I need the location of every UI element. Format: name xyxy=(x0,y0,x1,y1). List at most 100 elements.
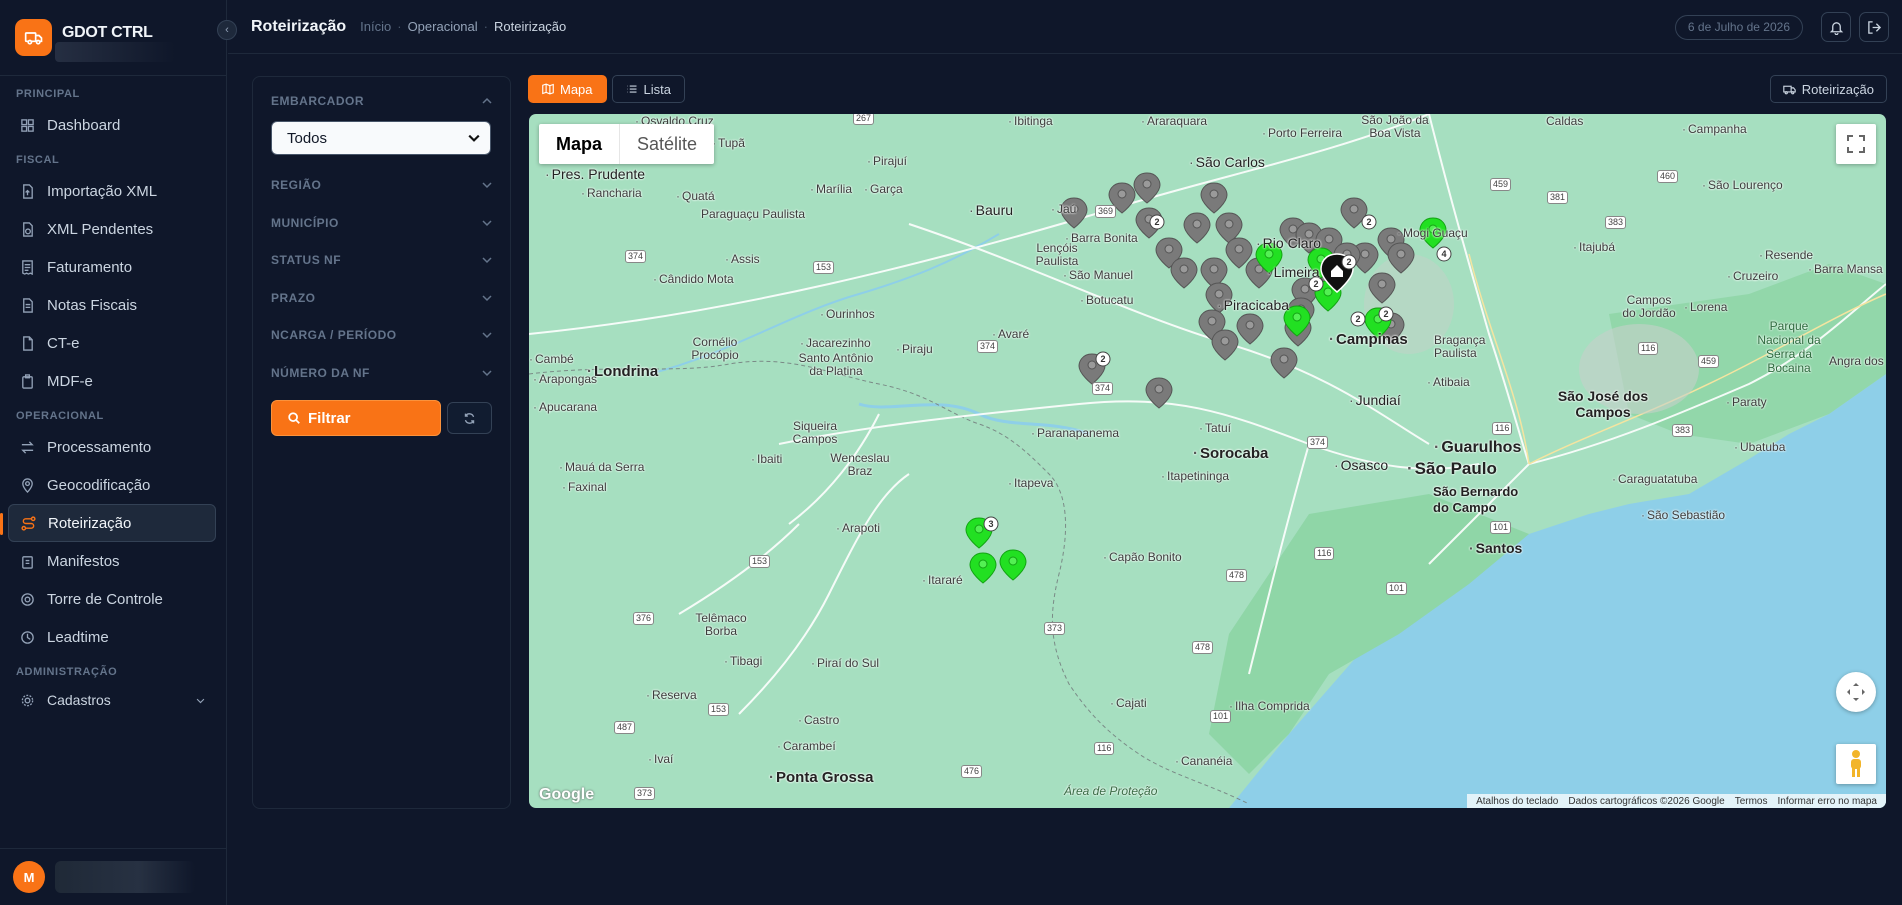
filter-label: MUNICÍPIO xyxy=(271,215,339,230)
cluster-count: 2 xyxy=(1361,214,1377,230)
city-label: Telêmaco Borba xyxy=(695,611,747,638)
breadcrumb-current: Roteirização xyxy=(494,19,567,34)
map-type-mapa[interactable]: Mapa xyxy=(539,124,619,164)
map-type-satelite[interactable]: Satélite xyxy=(619,124,714,164)
sidebar-item-manifestos[interactable]: Manifestos xyxy=(8,542,216,580)
collapse-sidebar-button[interactable]: ‹ xyxy=(217,20,237,40)
notifications-button[interactable] xyxy=(1821,12,1851,42)
filter-ncarga-periodo[interactable]: NCARGA / PERÍODO xyxy=(271,325,492,345)
highway-shield: 101 xyxy=(1490,521,1512,534)
sidebar-item-notas-fiscais[interactable]: Notas Fiscais xyxy=(8,286,216,324)
tab-label: Lista xyxy=(643,81,671,97)
svg-text:2: 2 xyxy=(1366,217,1371,227)
keyboard-shortcuts-link[interactable]: Atalhos do teclado xyxy=(1476,796,1558,807)
camera-control-button[interactable] xyxy=(1836,672,1876,712)
report-error-link[interactable]: Informar erro no mapa xyxy=(1778,796,1878,807)
divider xyxy=(0,75,226,76)
city-label: Bauru xyxy=(969,202,1013,218)
sidebar-item-label: Importação XML xyxy=(47,182,158,200)
city-label: Garça xyxy=(864,182,903,196)
svg-text:2: 2 xyxy=(1313,279,1318,289)
avatar[interactable]: M xyxy=(13,861,45,893)
truck-logo-icon xyxy=(15,19,52,56)
reset-filters-button[interactable] xyxy=(447,402,492,434)
city-label: Guarulhos xyxy=(1434,439,1521,457)
chevron-down-icon xyxy=(482,219,492,226)
map-view[interactable]: 2 2 2 2 2 2 4 2 3 Osvaldo Cruz Tupã Pres… xyxy=(529,114,1886,808)
city-label: Sorocaba xyxy=(1193,445,1268,462)
city-label: Limeira xyxy=(1267,264,1320,280)
sidebar-item-faturamento[interactable]: Faturamento xyxy=(8,248,216,286)
sidebar-item-xml-pendentes[interactable]: XML Pendentes xyxy=(8,210,216,248)
street-view-pegman[interactable] xyxy=(1836,744,1876,784)
breadcrumb-operacional[interactable]: Operacional xyxy=(408,19,478,34)
filter-numero-nf[interactable]: NÚMERO DA NF xyxy=(271,363,492,383)
city-label: Piraí do Sul xyxy=(811,656,879,670)
tab-mapa[interactable]: Mapa xyxy=(528,75,607,103)
city-label: Caraguatatuba xyxy=(1612,472,1697,486)
user-menu[interactable]: M xyxy=(0,848,227,905)
sidebar-item-importacao-xml[interactable]: Importação XML xyxy=(8,172,216,210)
tab-lista[interactable]: Lista xyxy=(611,75,685,103)
sidebar-item-mdfe[interactable]: MDF-e xyxy=(8,362,216,400)
highway-shield: 383 xyxy=(1672,424,1694,437)
filter-label: NÚMERO DA NF xyxy=(271,365,370,380)
highway-shield: 373 xyxy=(1044,622,1066,635)
section-fiscal: FISCAL xyxy=(16,154,60,166)
filter-panel: EMBARCADOR Todos REGIÃO MUNICÍPIO STATUS… xyxy=(252,76,511,809)
sidebar-item-processamento[interactable]: Processamento xyxy=(8,428,216,466)
filter-municipio[interactable]: MUNICÍPIO xyxy=(271,213,492,233)
highway-shield: 374 xyxy=(625,250,647,263)
logout-button[interactable] xyxy=(1859,12,1889,42)
map-attribution: Atalhos do teclado Dados cartográficos ©… xyxy=(1467,794,1886,808)
file-text-icon xyxy=(23,297,33,313)
brand[interactable]: GDOT CTRL xyxy=(0,0,226,75)
filter-regiao[interactable]: REGIÃO xyxy=(271,175,492,195)
city-label: Wenceslau Braz xyxy=(830,451,890,478)
filter-button[interactable]: Filtrar xyxy=(271,400,442,436)
city-label: Bragança Paulista xyxy=(1434,333,1486,360)
terms-link[interactable]: Termos xyxy=(1735,796,1768,807)
sidebar-item-label: Dashboard xyxy=(47,116,121,134)
sidebar-item-cadastros[interactable]: Cadastros xyxy=(8,684,216,716)
sidebar-item-geocodificacao[interactable]: Geocodificação xyxy=(8,466,216,504)
sidebar-item-label: Torre de Controle xyxy=(47,590,163,608)
city-label: Atibaia xyxy=(1427,375,1470,389)
filter-status-nf[interactable]: STATUS NF xyxy=(271,250,492,270)
fullscreen-button[interactable] xyxy=(1836,124,1876,164)
city-label: Jundiaí xyxy=(1349,392,1401,408)
sidebar-item-torre-de-controle[interactable]: Torre de Controle xyxy=(8,580,216,618)
sidebar-item-label: Faturamento xyxy=(47,258,133,276)
city-label: Apucarana xyxy=(533,400,597,414)
filter-prazo[interactable]: PRAZO xyxy=(271,288,492,308)
embarcador-select[interactable]: Todos xyxy=(271,121,491,155)
chevron-down-icon xyxy=(196,698,205,703)
filter-embarcador-header[interactable]: EMBARCADOR xyxy=(271,91,492,111)
map-icon xyxy=(542,83,554,95)
breadcrumb-inicio[interactable]: Início xyxy=(360,19,391,34)
filter-label: PRAZO xyxy=(271,290,316,305)
sidebar-item-cte[interactable]: CT-e xyxy=(8,324,216,362)
roteirizacao-button[interactable]: Roteirização xyxy=(1769,75,1887,103)
chevron-down-icon xyxy=(482,182,492,189)
map-type-control: Mapa Satélite xyxy=(539,124,715,164)
highway-shield: 369 xyxy=(1095,205,1117,218)
highway-shield: 478 xyxy=(1226,569,1248,582)
sidebar-item-roteirizacao[interactable]: Roteirização xyxy=(0,504,216,542)
city-label: São Paulo xyxy=(1407,459,1497,479)
tab-label: Mapa xyxy=(560,81,593,97)
svg-text:2: 2 xyxy=(1346,257,1351,267)
arrows-exchange-icon xyxy=(21,440,34,454)
highway-shield: 101 xyxy=(1210,710,1232,723)
highway-shield: 374 xyxy=(1092,382,1114,395)
brand-subtitle-placeholder xyxy=(55,42,175,62)
city-label: São Manuel xyxy=(1063,268,1133,282)
city-label: Tupã xyxy=(712,136,745,150)
highway-shield: 373 xyxy=(634,787,656,800)
map-marker xyxy=(1170,257,1198,289)
chevron-down-icon xyxy=(482,294,492,301)
sidebar-item-leadtime[interactable]: Leadtime xyxy=(8,618,216,656)
highway-shield: 374 xyxy=(1307,436,1329,449)
sidebar-item-dashboard[interactable]: Dashboard xyxy=(8,106,216,144)
city-label: Paranapanema xyxy=(1031,426,1119,440)
